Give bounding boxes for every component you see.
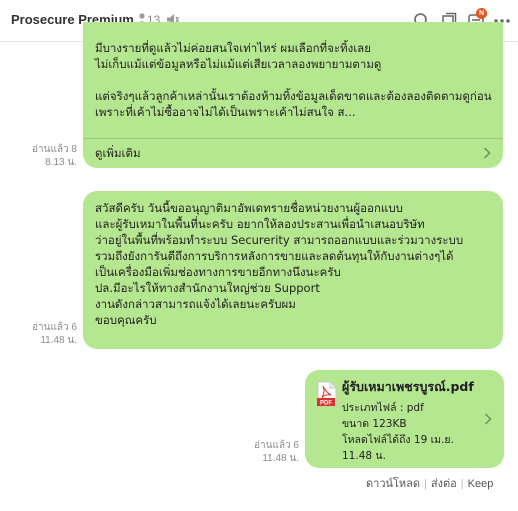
message-line: แต่จริงๆแล้วลูกค้าเหล่านั้นเราต้องห้ามทิ…	[95, 89, 492, 103]
message-time: 8.13 น.	[45, 157, 77, 168]
pdf-label: PDF	[320, 400, 332, 406]
download-until: โหลดไฟล์ได้ถึง 19 เม.ย.	[342, 434, 454, 446]
pdf-file-icon: PDF	[317, 381, 337, 407]
divider: |	[424, 478, 427, 490]
message-line: เพราะที่เค้าไม่ซื้ออาจไม่ได้เป็นเพราะเค้…	[95, 105, 356, 119]
read-count: อ่านแล้ว 6	[254, 440, 299, 451]
message-meta: อ่านแล้ว 6 11.48 น.	[20, 321, 77, 347]
message-time: 11.48 น.	[262, 453, 299, 464]
chat-area[interactable]: มีบางรายที่ดูแล้วไม่ค่อยสนใจเท่าไหร่ ผมเ…	[0, 22, 518, 511]
file-actions: ดาวน์โหลด | ส่งต่อ | Keep	[366, 474, 493, 492]
keep-button[interactable]: Keep	[468, 478, 494, 490]
see-more-label: ดูเพิ่มเติม	[95, 146, 141, 160]
message-line: สวัสดีครับ วันนี้ขออนุญาติมาอัพเดทรายชื่…	[95, 201, 403, 215]
message-meta: อ่านแล้ว 6 11.48 น.	[240, 439, 299, 465]
file-size: ขนาด 123KB	[342, 418, 407, 430]
download-until-time: 11.48 น.	[342, 450, 386, 462]
message-bubble[interactable]: สวัสดีครับ วันนี้ขออนุญาติมาอัพเดทรายชื่…	[83, 191, 503, 349]
message-meta: อ่านแล้ว 8 8.13 น.	[20, 143, 77, 169]
message-line: งานดังกล่าวสามารถแจ้งได้เลยนะครับผม	[95, 297, 296, 311]
message-line: ว่าอยู่ในพื้นที่พร้อมทำระบบ Securerity ส…	[95, 233, 464, 247]
message-line: ไม่เก็บแม้แต่ข้อมูลหรือไม่แม้แต่เสียเวลา…	[95, 57, 382, 71]
message-line: ปล.มีอะไรให้ทางสำนักงานใหญ่ช่วย Support	[95, 281, 320, 295]
share-button[interactable]: ส่งต่อ	[431, 478, 457, 490]
file-message-bubble[interactable]: PDF ผู้รับเหมาเพชรบูรณ์.pdf ประเภทไฟล์ :…	[305, 370, 504, 468]
message-line: เป็นเครื่องมือเพิ่มช่องทางการขายอีกทางนึ…	[95, 265, 341, 279]
chevron-right-icon	[484, 413, 492, 425]
see-more-button[interactable]: ดูเพิ่มเติม	[83, 138, 503, 168]
message-line: รวมถึงยังการันตีถึงการบริการหลังการขายแล…	[95, 249, 454, 263]
message-bubble[interactable]: มีบางรายที่ดูแล้วไม่ค่อยสนใจเท่าไหร่ ผมเ…	[83, 22, 503, 168]
message-line: มีบางรายที่ดูแล้วไม่ค่อยสนใจเท่าไหร่ ผมเ…	[95, 41, 371, 55]
file-info: ประเภทไฟล์ : pdf ขนาด 123KB โหลดไฟล์ได้ถ…	[342, 400, 454, 464]
message-line	[95, 72, 503, 88]
chevron-right-icon	[483, 147, 491, 159]
download-button[interactable]: ดาวน์โหลด	[366, 478, 420, 490]
notification-badge: N	[476, 8, 487, 19]
divider: |	[460, 478, 464, 490]
message-line: ขอบคุณครับ	[95, 313, 157, 327]
file-type: ประเภทไฟล์ : pdf	[342, 402, 424, 414]
message-time: 11.48 น.	[40, 335, 77, 346]
read-count: อ่านแล้ว 8	[32, 144, 77, 155]
file-name[interactable]: ผู้รับเหมาเพชรบูรณ์.pdf	[342, 379, 474, 395]
read-count: อ่านแล้ว 6	[32, 322, 77, 333]
message-line: และผู้รับเหมาในพื้นที่นะครับ อยากให้ลองป…	[95, 217, 425, 231]
